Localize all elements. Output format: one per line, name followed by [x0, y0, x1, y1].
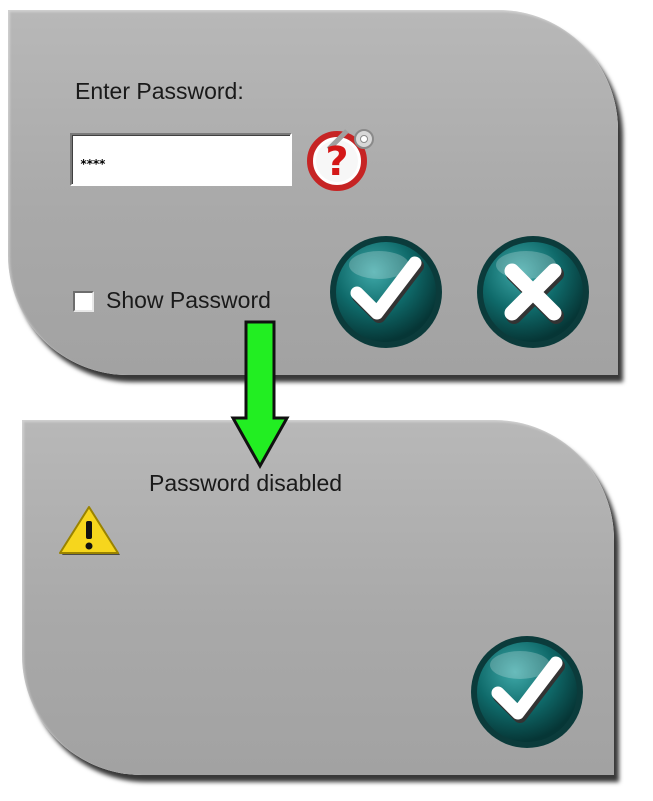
- cancel-button[interactable]: [474, 233, 592, 356]
- warning-icon: [58, 503, 124, 562]
- enter-password-label: Enter Password:: [75, 78, 244, 104]
- svg-text:?: ?: [325, 139, 348, 185]
- show-password-checkbox[interactable]: [73, 291, 94, 312]
- disabled-ok-button[interactable]: [468, 633, 586, 756]
- ok-button[interactable]: [327, 233, 445, 356]
- arrow-down-icon: [229, 320, 291, 475]
- password-input[interactable]: [70, 133, 292, 186]
- show-password-label: Show Password: [106, 287, 271, 313]
- help-key-icon[interactable]: ?: [304, 124, 390, 203]
